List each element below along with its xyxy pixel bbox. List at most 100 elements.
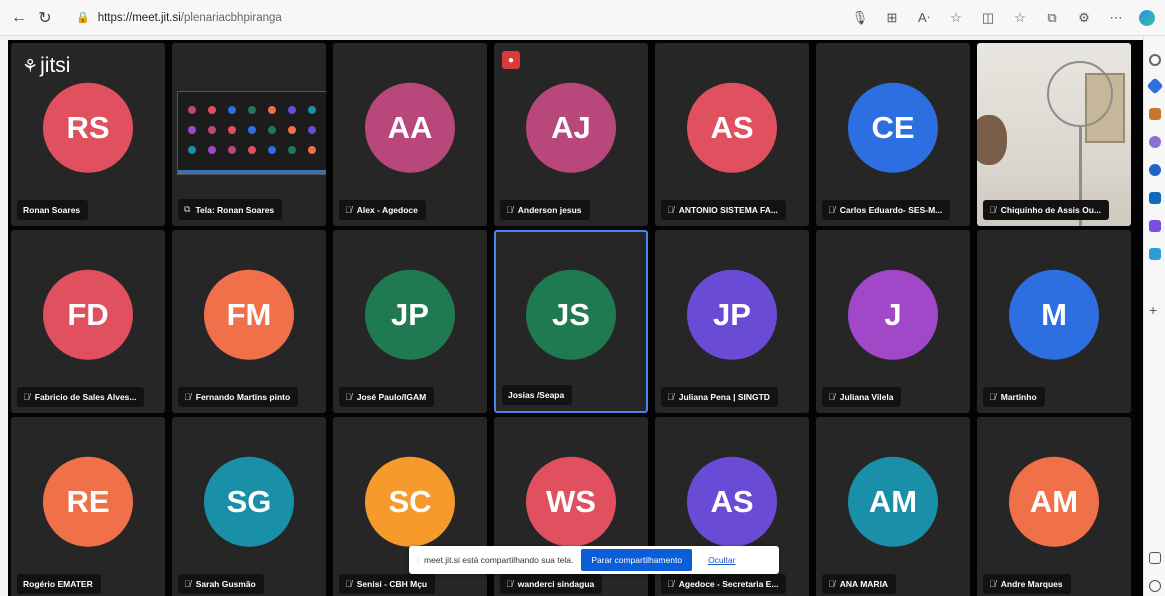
- search-icon[interactable]: [1149, 54, 1161, 66]
- participant-name-tag: 🎙̸ Carlos Eduardo- SES-M...: [822, 200, 951, 220]
- participant-tile[interactable]: 🎙̸ Chiquinho de Assis Ou...: [977, 43, 1131, 226]
- back-icon[interactable]: ←: [6, 5, 32, 31]
- sidebar-toggle-icon[interactable]: [1149, 552, 1161, 564]
- stop-sharing-button[interactable]: Parar compartilhamento: [581, 549, 693, 571]
- outlook-icon[interactable]: [1149, 192, 1161, 204]
- participant-avatar: AA: [365, 82, 455, 173]
- favorite-icon[interactable]: ☆: [947, 10, 965, 26]
- preview-avatar-dot: [188, 146, 196, 154]
- share-message: meet.jit.si está compartilhando sua tela…: [424, 555, 574, 565]
- participant-tile[interactable]: AM 🎙̸ ANA MARIA: [816, 417, 970, 596]
- preview-avatar-dot: [188, 126, 196, 134]
- mic-muted-icon: 🎙̸: [828, 579, 835, 589]
- preview-avatar-dot: [308, 146, 316, 154]
- games-icon[interactable]: [1149, 136, 1161, 148]
- participant-name-tag: Josias /Seapa: [502, 385, 573, 405]
- office-icon[interactable]: [1149, 164, 1161, 176]
- participant-tile[interactable]: AA 🎙̸ Alex - Agedoce: [333, 43, 487, 226]
- participant-tile[interactable]: AJ ● 🎙̸ Anderson jesus: [494, 43, 648, 226]
- more-icon[interactable]: ⋯: [1107, 10, 1125, 26]
- telegram-icon[interactable]: [1149, 248, 1161, 260]
- participant-name-tag: 🎙̸ ANTONIO SISTEMA FA...: [661, 200, 786, 220]
- mic-muted-icon: 🎙̸: [989, 205, 996, 215]
- participant-name-tag: Rogério EMATER: [17, 574, 101, 594]
- participant-name-tag: 🎙̸ Martinho: [983, 387, 1045, 407]
- preview-avatar-dot: [288, 106, 296, 114]
- browser-toolbar: ← ↻ 🔒 https://meet.jit.si/plenariacbhpir…: [0, 0, 1165, 36]
- participant-avatar: FD: [43, 269, 133, 360]
- participant-avatar: M: [1009, 269, 1099, 360]
- participant-name: Josias /Seapa: [508, 390, 565, 400]
- edge-copilot-icon[interactable]: [1139, 10, 1155, 26]
- camera-head: [977, 115, 1007, 165]
- mic-muted-icon: 🎙̸: [345, 205, 352, 215]
- participant-tile[interactable]: SG 🎙̸ Sarah Gusmão: [172, 417, 326, 596]
- participant-name-tag: 🎙̸ Sarah Gusmão: [178, 574, 264, 594]
- participant-name: Chiquinho de Assis Ou...: [1000, 205, 1102, 215]
- camera-feed: [977, 43, 1131, 226]
- participant-avatar: AJ: [526, 82, 616, 173]
- participant-name: Tela: Ronan Soares: [195, 204, 275, 215]
- mic-muted-icon: 🎙̸: [345, 392, 352, 402]
- collections-icon[interactable]: ⧉: [1043, 10, 1061, 26]
- refresh-icon[interactable]: ↻: [32, 5, 58, 31]
- split-screen-icon[interactable]: ◫: [979, 10, 997, 26]
- microphone-icon[interactable]: 🎙: [851, 10, 869, 26]
- shopping-icon[interactable]: [1146, 77, 1164, 95]
- preview-avatar-dot: [248, 146, 256, 154]
- mic-muted-icon: 🎙̸: [345, 579, 352, 589]
- grid-icon[interactable]: ⊞: [883, 10, 901, 26]
- participant-name-tag: 🎙̸ Anderson jesus: [500, 200, 590, 220]
- participant-avatar: RE: [43, 456, 133, 547]
- preview-avatar-dot: [188, 106, 196, 114]
- participant-tile[interactable]: JS Josias /Seapa: [494, 230, 648, 413]
- participant-name-tag: ⧉ Tela: Ronan Soares: [178, 199, 283, 220]
- recording-icon: ●: [502, 51, 520, 69]
- tools-icon[interactable]: [1149, 108, 1161, 120]
- participant-avatar: J: [848, 269, 938, 360]
- participant-avatar: AS: [687, 82, 777, 173]
- participant-name: ANTONIO SISTEMA FA...: [678, 205, 778, 215]
- participant-tile[interactable]: RE Rogério EMATER: [11, 417, 165, 596]
- share-notification: ⦙ meet.jit.si está compartilhando sua te…: [409, 546, 779, 574]
- lock-icon[interactable]: 🔒: [76, 11, 90, 24]
- read-aloud-icon[interactable]: Aᐧ: [915, 10, 933, 26]
- participant-tile[interactable]: FM 🎙̸ Fernando Martins pinto: [172, 230, 326, 413]
- mic-muted-icon: 🎙̸: [989, 392, 996, 402]
- hide-link[interactable]: Ocultar: [708, 555, 735, 565]
- participant-tile[interactable]: AS 🎙̸ ANTONIO SISTEMA FA...: [655, 43, 809, 226]
- mic-muted-icon: 🎙̸: [667, 205, 674, 215]
- participant-name-tag: Ronan Soares: [17, 200, 89, 220]
- participant-avatar: JP: [365, 269, 455, 360]
- browser-sidebar: +: [1143, 36, 1165, 596]
- participant-tile[interactable]: JP 🎙̸ José Paulo/IGAM: [333, 230, 487, 413]
- settings-icon[interactable]: [1149, 580, 1161, 592]
- designer-icon[interactable]: [1149, 220, 1161, 232]
- participant-tile[interactable]: ⧉ Tela: Ronan Soares: [172, 43, 326, 226]
- participant-tile[interactable]: AM 🎙̸ Andre Marques: [977, 417, 1131, 596]
- address-bar[interactable]: https://meet.jit.si/plenariacbhpiranga: [98, 12, 282, 24]
- participant-tile[interactable]: CE 🎙̸ Carlos Eduardo- SES-M...: [816, 43, 970, 226]
- participant-avatar: SC: [365, 456, 455, 547]
- participant-name: wanderci sindagua: [517, 579, 595, 589]
- participant-tile[interactable]: FD 🎙̸ Fabricio de Sales Alves...: [11, 230, 165, 413]
- preview-avatar-dot: [308, 126, 316, 134]
- preview-avatar-dot: [248, 126, 256, 134]
- mic-muted-icon: 🎙̸: [184, 392, 191, 402]
- participant-name: Rogério EMATER: [23, 579, 93, 589]
- participant-name-tag: 🎙̸ José Paulo/IGAM: [339, 387, 435, 407]
- participant-tile[interactable]: JP 🎙̸ Juliana Pena | SINGTD: [655, 230, 809, 413]
- preview-avatar-dot: [208, 146, 216, 154]
- participant-avatar: CE: [848, 82, 938, 173]
- participant-name: José Paulo/IGAM: [356, 392, 427, 402]
- extensions-icon[interactable]: ⚙: [1075, 10, 1093, 26]
- participant-avatar: AM: [1009, 456, 1099, 547]
- participant-avatar: WS: [526, 456, 616, 547]
- favorites-bar-icon[interactable]: ☆: [1011, 10, 1029, 26]
- participant-name: Martinho: [1000, 392, 1037, 402]
- add-icon[interactable]: +: [1149, 303, 1161, 317]
- participant-tile[interactable]: J 🎙̸ Juliana Vilela: [816, 230, 970, 413]
- mic-muted-icon: 🎙̸: [989, 579, 996, 589]
- participant-tile[interactable]: M 🎙̸ Martinho: [977, 230, 1131, 413]
- participant-name: Fernando Martins pinto: [195, 392, 291, 402]
